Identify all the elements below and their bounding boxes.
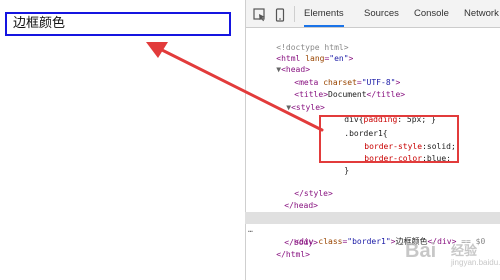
tree-line-style-close[interactable]: </style>	[245, 176, 500, 198]
toolbar-divider	[294, 6, 295, 22]
inspect-cursor-icon[interactable]	[253, 7, 267, 22]
tab-console[interactable]: Console	[414, 0, 449, 27]
tab-sources[interactable]: Sources	[364, 0, 399, 27]
tab-network[interactable]: Network	[464, 0, 499, 27]
border-demo-div: 边框颜色	[5, 12, 231, 36]
highlight-box	[319, 115, 459, 163]
tree-line-meta[interactable]: <meta charset="UTF-8">	[245, 65, 500, 87]
tree-line-div-selected[interactable]: … <div class="border1">边框颜色</div> == $0	[245, 212, 500, 246]
baidu-jingyan-watermark: Bai 经验 jingyan.baidu.com	[405, 240, 500, 267]
devtools-toolbar: Elements Sources Console Network	[246, 0, 500, 28]
baidu-logo: Bai	[405, 240, 437, 262]
tree-line-title[interactable]: <title>Document</title>	[245, 77, 500, 99]
tab-elements[interactable]: Elements	[304, 0, 344, 27]
tree-line-body[interactable]: ▼<body>	[245, 200, 500, 222]
css-rule-div: div{padding: 5px; }	[344, 115, 436, 124]
rendered-page: 边框颜色	[0, 0, 244, 280]
tree-line-style[interactable]: ▼<style>	[245, 90, 500, 112]
tree-line-head-close[interactable]: </head>	[245, 188, 500, 210]
tree-line-head[interactable]: ▼<head>	[245, 52, 500, 74]
device-toggle-icon[interactable]	[273, 7, 287, 22]
